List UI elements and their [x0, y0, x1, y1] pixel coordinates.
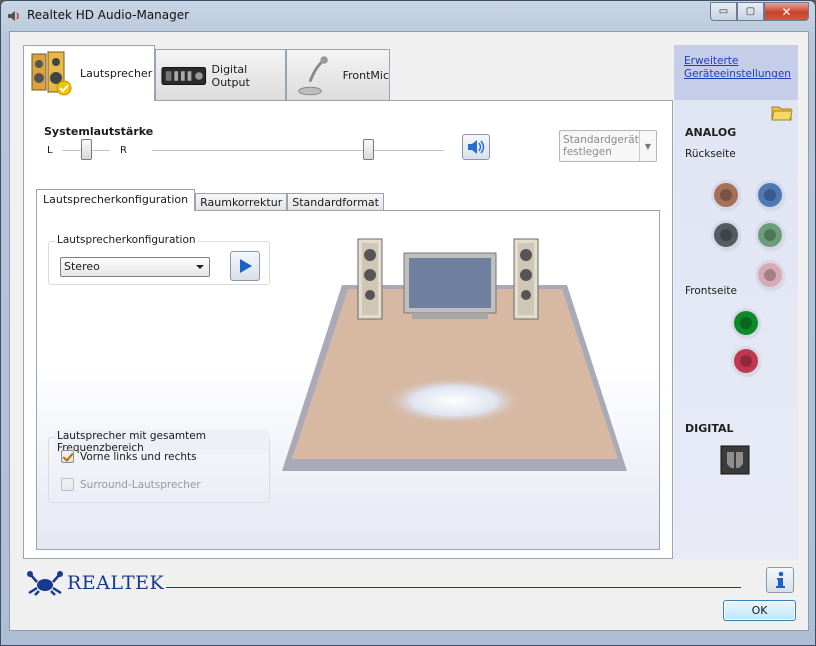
footer: REALTEK OK [10, 559, 808, 631]
window-controls: ▭ ▢ ✕ [710, 2, 809, 21]
surround-label: Surround-Lautsprecher [80, 478, 201, 491]
app-window: Realtek HD Audio-Manager ▭ ▢ ✕ Lautsprec… [0, 0, 816, 646]
front-lr-option[interactable]: Vorne links und rechts [61, 450, 197, 463]
side-header: Erweiterte Geräteeinstellungen [674, 45, 798, 100]
close-button[interactable]: ✕ [764, 2, 809, 21]
minimize-button[interactable]: ▭ [710, 2, 737, 21]
surround-option: Surround-Lautsprecher [61, 478, 201, 491]
realtek-logo: REALTEK [27, 570, 164, 596]
footer-divider [166, 587, 741, 588]
surround-checkbox [61, 478, 74, 491]
system-volume-label: Systemlautstärke [44, 125, 154, 138]
maximize-button[interactable]: ▢ [737, 2, 764, 21]
tab-label: FrontMic [342, 69, 389, 82]
jack-rear-pink-icon[interactable] [758, 263, 782, 287]
play-icon [240, 259, 252, 273]
jack-front-green-icon[interactable] [734, 311, 758, 335]
info-button[interactable] [766, 567, 794, 593]
speaker-volume-icon [468, 140, 485, 154]
speaker-config-value: Stereo [64, 260, 100, 273]
set-default-device-button[interactable]: Standardgerät festlegen ▼ [559, 130, 657, 162]
speaker-config-panel: Lautsprecherkonfiguration Stereo Lautspr… [36, 210, 660, 550]
rear-label: Rückseite [685, 148, 736, 160]
fullrange-group: Lautsprecher mit gesamtem Frequenzbereic… [48, 430, 270, 503]
realtek-brand: REALTEK [67, 572, 165, 594]
balance-slider-thumb[interactable] [81, 139, 92, 160]
left-speaker[interactable] [357, 238, 383, 320]
speaker-config-group-title: Lautsprecherkonfiguration [55, 234, 198, 246]
folder-icon[interactable] [771, 103, 793, 121]
balance-left-label: L [47, 145, 53, 156]
speaker-app-icon [8, 11, 19, 21]
digital-heading: DIGITAL [685, 422, 734, 435]
tab-standardformat[interactable]: Standardformat [287, 193, 384, 211]
microphone-device-icon [298, 55, 328, 95]
ok-button[interactable]: OK [723, 600, 796, 621]
info-icon [776, 571, 785, 588]
tab-lautsprecher[interactable]: Lautsprecher [23, 45, 155, 101]
device-tabs: Lautsprecher Digital Output FrontMic [23, 45, 390, 101]
right-speaker[interactable] [513, 238, 539, 320]
tab-frontmic[interactable]: FrontMic [286, 49, 390, 101]
monitor [403, 252, 497, 319]
client-area: Lautsprecher Digital Output FrontMic Sys… [9, 31, 809, 631]
mute-button[interactable] [462, 134, 490, 160]
speaker-config-select[interactable]: Stereo [60, 257, 210, 277]
title-bar[interactable]: Realtek HD Audio-Manager ▭ ▢ ✕ [1, 1, 815, 31]
front-lr-checkbox[interactable] [61, 450, 74, 463]
play-test-button[interactable] [230, 251, 260, 281]
digital-port-icon[interactable] [720, 445, 750, 475]
digital-output-device-icon [161, 66, 207, 85]
volume-slider-thumb[interactable] [363, 139, 375, 160]
front-lr-label: Vorne links und rechts [80, 450, 197, 463]
tab-label: Lautsprecher [80, 67, 153, 80]
jack-rear-black-icon[interactable] [714, 223, 738, 247]
jack-rear-blue-icon[interactable] [758, 183, 782, 207]
tab-label: Digital Output [211, 62, 250, 89]
advanced-settings-link[interactable]: Erweiterte Geräteeinstellungen [684, 55, 798, 81]
window-title: Realtek HD Audio-Manager [27, 8, 190, 22]
set-default-label: Standardgerät festlegen [563, 134, 639, 158]
chevron-down-icon [196, 265, 204, 269]
volume-slider-track[interactable] [152, 150, 444, 152]
analog-heading: ANALOG [685, 126, 737, 139]
speaker-device-icon [31, 51, 72, 95]
tab-raumkorrektur[interactable]: Raumkorrektur [195, 193, 288, 211]
device-panel: Lautsprecher Digital Output FrontMic Sys… [23, 45, 673, 559]
tab-lautsprecherkonfiguration[interactable]: Lautsprecherkonfiguration [36, 189, 196, 211]
room-visualization [282, 238, 627, 471]
jack-rear-green-icon[interactable] [758, 223, 782, 247]
jack-rear-orange-icon[interactable] [714, 183, 738, 207]
front-label: Frontseite [685, 285, 737, 297]
config-tabs: Lautsprecherkonfiguration Raumkorrektur … [36, 189, 384, 211]
connector-panel: Erweiterte Geräteeinstellungen ANALOG Rü… [674, 45, 798, 559]
speaker-config-group: Lautsprecherkonfiguration Stereo [48, 234, 270, 285]
tab-digital-output[interactable]: Digital Output [155, 49, 286, 101]
speaker-settings-panel: Systemlautstärke L R Standardgerät festl… [23, 100, 673, 559]
jack-front-pink-icon[interactable] [734, 349, 758, 373]
realtek-crab-icon [27, 571, 63, 596]
chevron-down-icon: ▼ [639, 131, 656, 161]
balance-right-label: R [120, 145, 127, 156]
